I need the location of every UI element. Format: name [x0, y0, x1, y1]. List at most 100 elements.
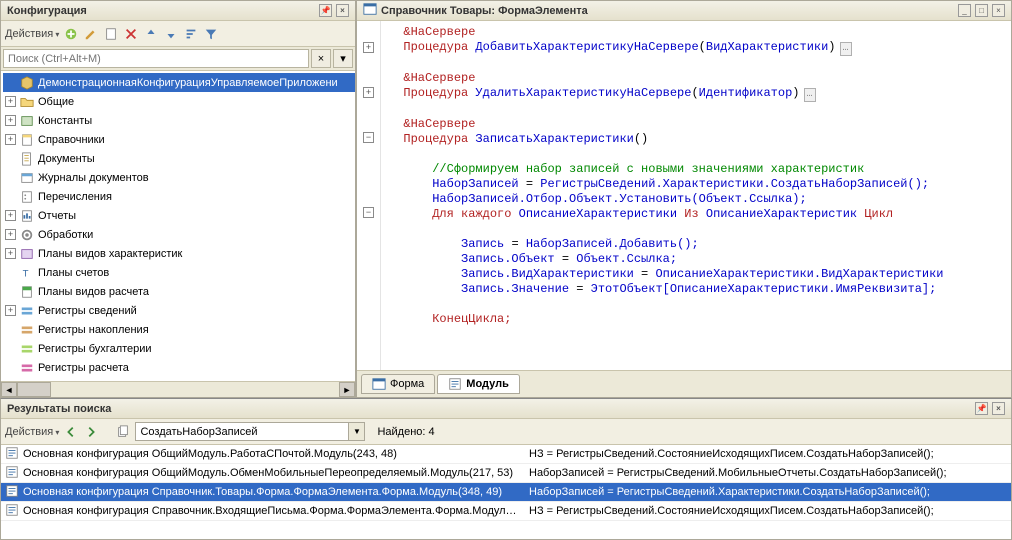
edit-icon[interactable] [83, 26, 99, 42]
result-snippet: НаборЗаписей = РегистрыСведений.Характер… [521, 486, 1011, 498]
tab-form[interactable]: Форма [361, 374, 435, 394]
search-term-combo[interactable]: ▼ [135, 422, 365, 441]
tree-item[interactable]: Перечисления [3, 187, 355, 206]
expander-icon[interactable]: + [5, 134, 16, 145]
result-row[interactable]: Основная конфигурация Справочник.Товары.… [1, 483, 1011, 502]
tree-item[interactable]: + Общие [3, 92, 355, 111]
results-actions-menu[interactable]: Действия [5, 426, 59, 438]
expander-icon[interactable]: + [5, 210, 16, 221]
maximize-icon[interactable]: □ [975, 4, 988, 17]
ref-icon [19, 132, 35, 148]
close-icon[interactable]: × [336, 4, 349, 17]
sheet-icon[interactable] [103, 26, 119, 42]
results-panel: Результаты поиска 📌 × Действия ▼ Найдено… [0, 398, 1012, 540]
delete-icon[interactable] [123, 26, 139, 42]
scroll-thumb[interactable] [17, 382, 51, 397]
expander-icon [5, 153, 16, 164]
result-row[interactable]: Основная конфигурация ОбщийМодуль.Работа… [1, 445, 1011, 464]
tree-item-label: Регистры расчета [38, 362, 129, 374]
doc-icon [19, 151, 35, 167]
config-tree[interactable]: ДемонстрационнаяКонфигурацияУправляемоеП… [1, 71, 355, 381]
search-input[interactable] [3, 49, 309, 68]
copy-icon[interactable] [115, 424, 131, 440]
actions-menu[interactable]: Действия [5, 28, 59, 40]
result-snippet: НЗ = РегистрыСведений.СостояниеИсходящих… [521, 505, 1011, 517]
tree-item-label: Регистры сведений [38, 305, 137, 317]
search-go-button[interactable]: ▾ [333, 49, 353, 68]
form-icon [363, 2, 377, 19]
close-icon[interactable]: × [992, 402, 1005, 415]
minimize-icon[interactable]: _ [958, 4, 971, 17]
fold-icon[interactable]: − [363, 132, 374, 143]
bookkeep-icon [19, 341, 35, 357]
result-row[interactable]: Основная конфигурация Справочник.Входящи… [1, 502, 1011, 521]
fold-icon[interactable]: + [363, 87, 374, 98]
expander-icon[interactable]: + [5, 96, 16, 107]
expander-icon[interactable]: + [5, 229, 16, 240]
tree-item[interactable]: ДемонстрационнаяКонфигурацияУправляемоеП… [3, 73, 355, 92]
tree-item[interactable]: +Справочники [3, 130, 355, 149]
tree-item[interactable]: +Планы видов характеристик [3, 244, 355, 263]
results-list[interactable]: Основная конфигурация ОбщийМодуль.Работа… [1, 445, 1011, 539]
expander-icon [5, 191, 16, 202]
tree-item-label: ДемонстрационнаяКонфигурацияУправляемоеП… [38, 77, 338, 89]
found-count: Найдено: 4 [377, 426, 434, 438]
scroll-left-icon[interactable]: ◄ [1, 382, 17, 397]
const-icon [19, 113, 35, 129]
expander-icon[interactable]: + [5, 305, 16, 316]
tree-item[interactable]: Документы [3, 149, 355, 168]
next-result-icon[interactable] [83, 424, 99, 440]
code-area[interactable]: + + − − &НаСервере Процедура ДобавитьХар… [357, 21, 1011, 371]
pin-icon[interactable]: 📌 [975, 402, 988, 415]
tree-item-label: Отчеты [38, 210, 76, 222]
acct-icon: T [19, 265, 35, 281]
expander-icon[interactable]: + [5, 248, 16, 259]
result-path: Основная конфигурация Справочник.Товары.… [23, 486, 502, 498]
filter-icon[interactable] [203, 26, 219, 42]
h-scrollbar[interactable]: ◄ ► [1, 381, 355, 397]
code-text: &НаСервере Процедура ДобавитьХарактерист… [381, 21, 1011, 370]
tree-item[interactable]: +Обработки [3, 225, 355, 244]
tree-item[interactable]: Планы видов расчета [3, 282, 355, 301]
tab-module[interactable]: Модуль [437, 374, 520, 394]
tree-item[interactable]: Регистры бухгалтерии [3, 339, 355, 358]
search-term-input[interactable] [136, 423, 348, 440]
editor-panel: Справочник Товары: ФормаЭлемента _ □ × +… [356, 0, 1012, 398]
ellipsis-icon[interactable]: … [804, 88, 816, 102]
regcalc-icon [19, 360, 35, 376]
enum-icon [19, 189, 35, 205]
char-icon [19, 246, 35, 262]
expander-icon [5, 362, 16, 373]
result-path: Основная конфигурация ОбщийМодуль.Работа… [23, 448, 397, 460]
tree-item[interactable]: TПланы счетов [3, 263, 355, 282]
up-arrow-icon[interactable] [143, 26, 159, 42]
tree-item-label: Журналы документов [38, 172, 149, 184]
fold-icon[interactable]: + [363, 42, 374, 53]
tab-module-label: Модуль [466, 378, 509, 390]
tree-item[interactable]: + Регистры сведений [3, 301, 355, 320]
config-panel: Конфигурация 📌 × Действия × ▾ Демонстрац… [0, 0, 356, 398]
prev-result-icon[interactable] [63, 424, 79, 440]
scroll-right-icon[interactable]: ► [339, 382, 355, 397]
fold-icon[interactable]: − [363, 207, 374, 218]
tree-item[interactable]: Журналы документов [3, 168, 355, 187]
result-row[interactable]: Основная конфигурация ОбщийМодуль.ОбменМ… [1, 464, 1011, 483]
tree-item-label: Общие [38, 96, 74, 108]
editor-close-icon[interactable]: × [992, 4, 1005, 17]
expander-icon[interactable]: + [5, 115, 16, 126]
tree-item[interactable]: Регистры расчета [3, 358, 355, 377]
svg-text:T: T [23, 268, 29, 279]
ellipsis-icon[interactable]: … [840, 42, 852, 56]
module-icon [448, 377, 462, 391]
tree-item[interactable]: + Отчеты [3, 206, 355, 225]
search-clear-button[interactable]: × [311, 49, 331, 68]
add-icon[interactable] [63, 26, 79, 42]
combo-dropdown-icon[interactable]: ▼ [348, 423, 364, 440]
pin-icon[interactable]: 📌 [319, 4, 332, 17]
tree-item[interactable]: Регистры накопления [3, 320, 355, 339]
tree-item[interactable]: +Константы [3, 111, 355, 130]
expander-icon [5, 286, 16, 297]
config-panel-header: Конфигурация 📌 × [1, 1, 355, 21]
sort-icon[interactable] [183, 26, 199, 42]
down-arrow-icon[interactable] [163, 26, 179, 42]
